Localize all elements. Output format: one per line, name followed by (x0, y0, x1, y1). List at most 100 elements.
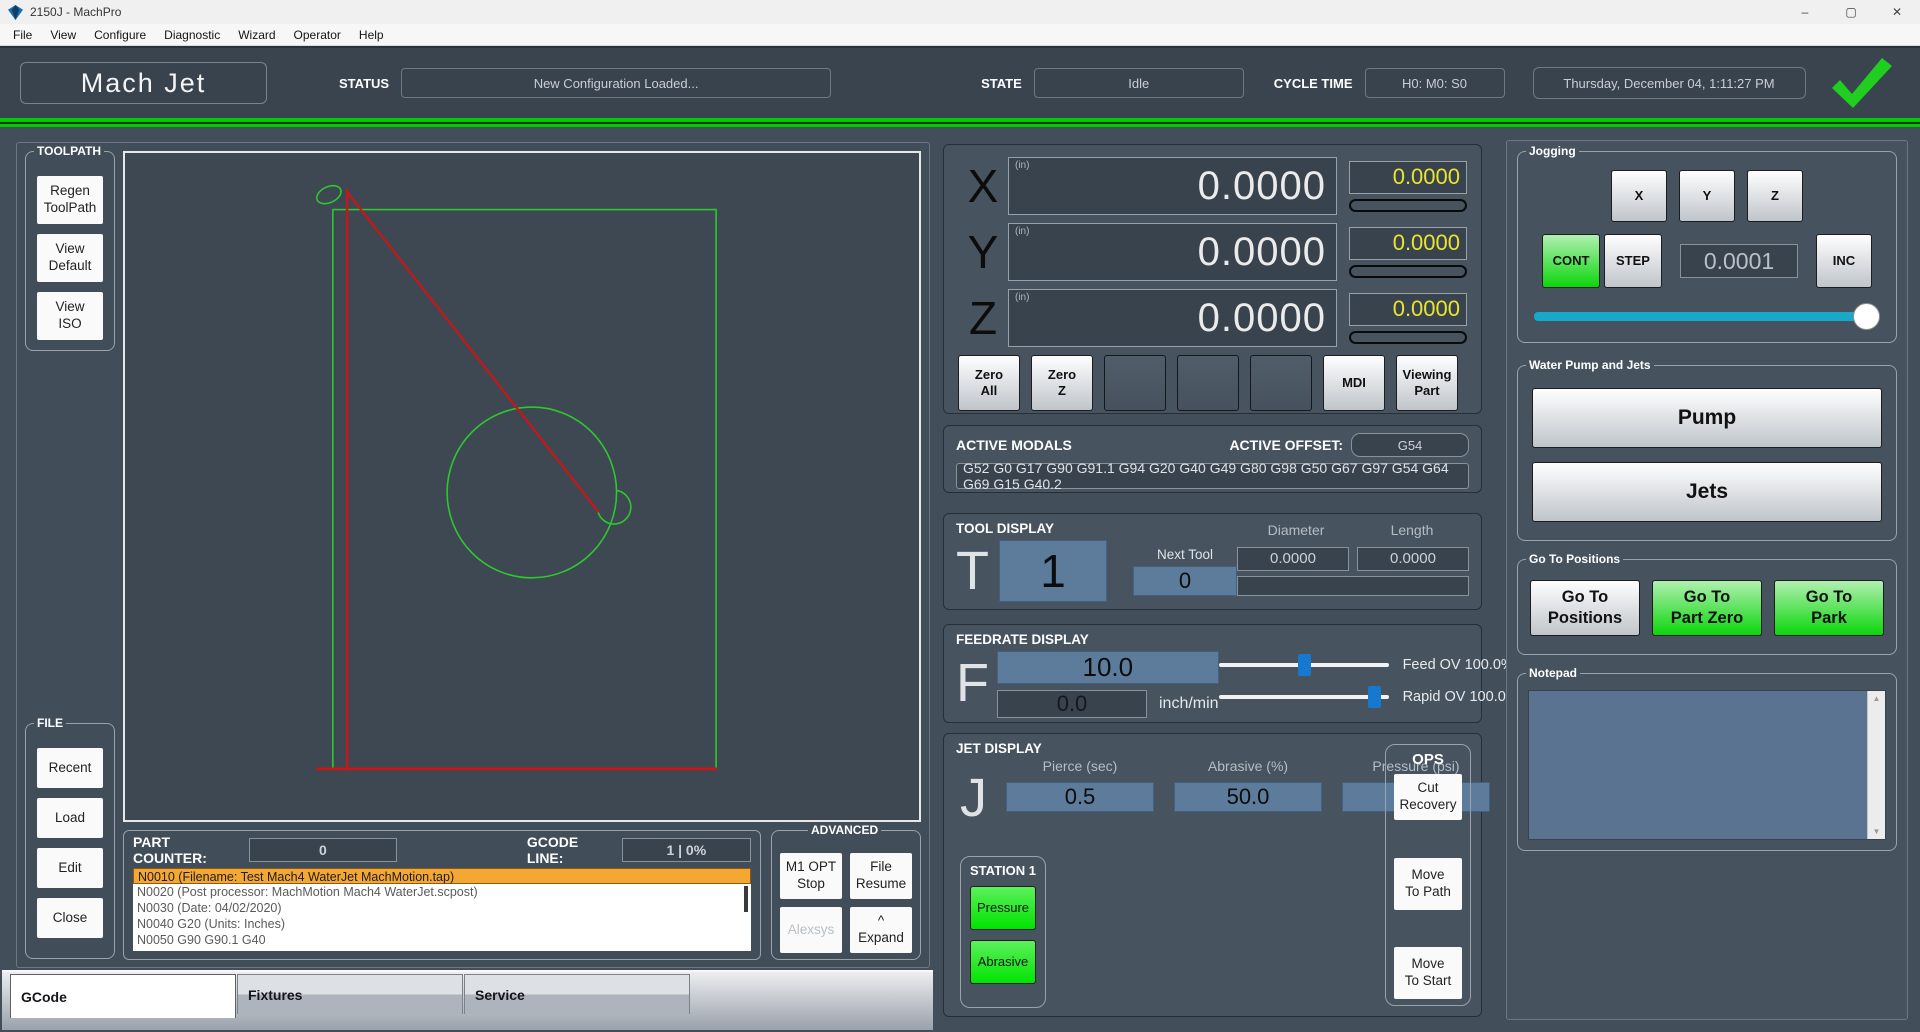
file-resume-button[interactable]: File Resume (850, 853, 912, 899)
menu-item-file[interactable]: File (4, 28, 41, 42)
gcode-row[interactable]: N0060 (133, 948, 751, 951)
viewing-part-button[interactable]: Viewing Part (1396, 355, 1458, 411)
menu-item-operator[interactable]: Operator (285, 28, 350, 42)
edit-button[interactable]: Edit (37, 848, 103, 888)
expand-button[interactable]: ^ Expand (850, 907, 912, 953)
menu-item-help[interactable]: Help (350, 28, 393, 42)
rapid-ov-handle[interactable] (1368, 686, 1381, 708)
station-abrasive-button[interactable]: Abrasive (970, 940, 1036, 984)
inc-button[interactable]: INC (1816, 234, 1872, 288)
blank-button[interactable] (1177, 355, 1239, 411)
gcode-row[interactable]: N0040 G20 (Units: Inches) (133, 916, 751, 932)
gcode-list[interactable]: N0010 (Filename: Test Mach4 WaterJet Mac… (133, 868, 751, 951)
header: Mach Jet STATUS New Configuration Loaded… (0, 46, 1920, 118)
menu-item-view[interactable]: View (41, 28, 85, 42)
abrasive-value[interactable]: 50.0 (1174, 782, 1322, 812)
regen-toolpath-button[interactable]: Regen ToolPath (37, 176, 103, 224)
tool-display-panel: TOOL DISPLAY Diameter Length T 1 Next To… (943, 513, 1482, 610)
gcode-row[interactable]: N0050 G90 G90.1 G40 (133, 932, 751, 948)
gcode-scrollbar[interactable] (744, 886, 748, 912)
current-tool-value[interactable]: 1 (999, 540, 1107, 602)
tool-display-label: TOOL DISPLAY (956, 521, 1054, 536)
pierce-value[interactable]: 0.5 (1006, 782, 1154, 812)
m1-opt-stop-button[interactable]: M1 OPT Stop (780, 853, 842, 899)
dro-z-readout[interactable]: (in) 0.0000 (1008, 289, 1337, 347)
load-button[interactable]: Load (37, 798, 103, 838)
jog-y-button[interactable]: Y (1679, 170, 1735, 222)
dro-x-readout[interactable]: (in) 0.0000 (1008, 157, 1337, 215)
diameter-value: 0.0000 (1237, 547, 1349, 571)
move-to-path-button[interactable]: Move To Path (1394, 858, 1462, 910)
rapid-ov-slider[interactable] (1219, 685, 1389, 709)
cont-button[interactable]: CONT (1542, 234, 1600, 288)
window-title: 2150J - MachPro (30, 5, 121, 19)
jogging-group: Jogging X Y Z CONT STEP 0.0001 INC (1517, 151, 1897, 343)
station-group-label: STATION 1 (970, 863, 1036, 878)
jog-speed-slider[interactable] (1534, 302, 1880, 330)
status-accent-bar (0, 118, 1920, 127)
feed-ov-handle[interactable] (1298, 654, 1311, 676)
jog-speed-handle[interactable] (1853, 303, 1880, 330)
view-iso-button[interactable]: View ISO (37, 292, 103, 340)
dro-y-secondary: 0.0000 (1349, 227, 1467, 260)
feed-commanded-value[interactable]: 10.0 (997, 651, 1219, 684)
menubar: File View Configure Diagnostic Wizard Op… (0, 24, 1920, 46)
notepad-textarea[interactable]: ▲ ▼ (1528, 690, 1886, 840)
pump-button[interactable]: Pump (1532, 388, 1882, 448)
zero-all-button[interactable]: Zero All (958, 355, 1020, 411)
mdi-button[interactable]: MDI (1323, 355, 1385, 411)
blank-button[interactable] (1250, 355, 1312, 411)
close-button[interactable]: ✕ (1874, 0, 1920, 24)
status-label: STATUS (339, 76, 389, 91)
tool-extra-field (1237, 576, 1469, 596)
dro-y-unit: (in) (1015, 226, 1029, 237)
station-pressure-button[interactable]: Pressure (970, 886, 1036, 930)
gcode-row[interactable]: N0030 (Date: 04/02/2020) (133, 900, 751, 916)
step-button[interactable]: STEP (1604, 234, 1662, 288)
zero-z-button[interactable]: Zero Z (1031, 355, 1093, 411)
feed-ov-slider[interactable] (1219, 653, 1389, 677)
gcode-row[interactable]: N0020 (Post processor: MachMotion Mach4 … (133, 884, 751, 900)
part-counter-label: PART COUNTER: (133, 834, 239, 866)
tab-gcode[interactable]: GCode (10, 974, 236, 1018)
jog-z-button[interactable]: Z (1747, 170, 1803, 222)
gcode-row[interactable]: N0010 (Filename: Test Mach4 WaterJet Mac… (133, 868, 751, 884)
recent-button[interactable]: Recent (37, 748, 103, 788)
titlebar: 2150J - MachPro – ▢ ✕ (0, 0, 1920, 24)
menu-item-wizard[interactable]: Wizard (229, 28, 284, 42)
dro-x-secondary: 0.0000 (1349, 161, 1467, 194)
jog-increment-value[interactable]: 0.0001 (1680, 244, 1798, 278)
close-file-button[interactable]: Close (37, 898, 103, 938)
scroll-up-icon[interactable]: ▲ (1873, 694, 1881, 703)
left-content: PART COUNTER: 0 GCODE LINE: 1 | 0% N0010… (115, 151, 921, 959)
toolpath-group-label: TOOLPATH (34, 144, 104, 158)
cycle-time-label: CYCLE TIME (1274, 76, 1353, 91)
goto-positions-button[interactable]: Go To Positions (1530, 580, 1640, 636)
menu-item-diagnostic[interactable]: Diagnostic (155, 28, 229, 42)
notepad-scrollbar[interactable]: ▲ ▼ (1867, 691, 1885, 839)
blank-button[interactable] (1104, 355, 1166, 411)
axis-label-z: Z (958, 295, 1008, 341)
tab-service[interactable]: Service (464, 974, 690, 1014)
alexsys-button[interactable]: Alexsys (780, 907, 842, 953)
length-value: 0.0000 (1357, 547, 1469, 571)
move-to-start-button[interactable]: Move To Start (1394, 947, 1462, 999)
dro-y-readout[interactable]: (in) 0.0000 (1008, 223, 1337, 281)
toolpath-canvas[interactable] (123, 151, 921, 822)
jog-x-button[interactable]: X (1611, 170, 1667, 222)
gcode-line-value: 1 | 0% (622, 838, 751, 862)
goto-part-zero-button[interactable]: Go To Part Zero (1652, 580, 1762, 636)
view-default-button[interactable]: View Default (37, 234, 103, 282)
cut-recovery-button[interactable]: Cut Recovery (1394, 774, 1462, 820)
goto-park-button[interactable]: Go To Park (1774, 580, 1884, 636)
jets-button[interactable]: Jets (1532, 462, 1882, 522)
scroll-down-icon[interactable]: ▼ (1873, 827, 1881, 836)
minimize-button[interactable]: – (1782, 0, 1828, 24)
menu-item-configure[interactable]: Configure (85, 28, 155, 42)
maximize-button[interactable]: ▢ (1828, 0, 1874, 24)
jet-display-label: JET DISPLAY (956, 741, 1042, 756)
dro-x-value: 0.0000 (1198, 164, 1326, 209)
tab-fixtures[interactable]: Fixtures (237, 974, 463, 1014)
advanced-group: ADVANCED M1 OPT Stop File Resume Alexsys… (771, 830, 921, 960)
next-tool-value[interactable]: 0 (1133, 566, 1237, 596)
